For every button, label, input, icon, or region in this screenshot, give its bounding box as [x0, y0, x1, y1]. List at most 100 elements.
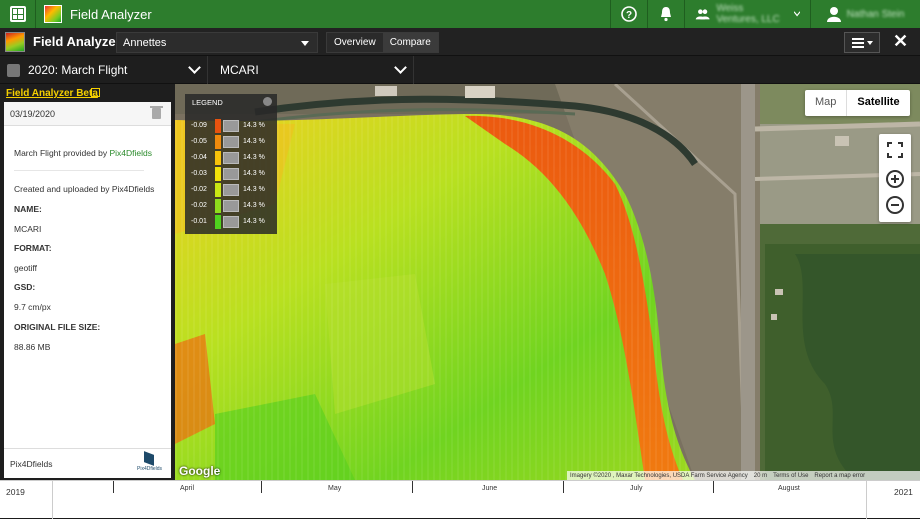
legend-row: -0.03 14.3 %: [191, 166, 275, 182]
grid-icon: [9, 6, 26, 22]
top-navigation-bar: Field Analyzer ? Weiss Ventures, LLC Nat…: [0, 0, 920, 28]
timeline-start-year[interactable]: 2019: [6, 487, 25, 497]
divider: [14, 170, 144, 171]
zoom-in-icon[interactable]: [886, 170, 904, 188]
flight-select[interactable]: 2020: March Flight: [0, 56, 208, 84]
help-button[interactable]: ?: [610, 0, 647, 28]
name-label: NAME:: [14, 204, 42, 214]
imagery-attribution: Imagery ©2020 , Maxar Technologies, USDA…: [570, 472, 748, 479]
legend-percent: 14.3 %: [243, 122, 265, 129]
tab-overview[interactable]: Overview: [327, 33, 383, 52]
legend-percent: 14.3 %: [243, 218, 265, 225]
legend-histogram-bar: [223, 120, 239, 132]
field-analyzer-logo: [44, 5, 62, 23]
zoom-out-icon[interactable]: [886, 196, 904, 214]
timeline-tick: [563, 481, 564, 493]
terms-of-use-link[interactable]: Terms of Use: [773, 473, 808, 479]
legend-histogram-bar: [223, 136, 239, 148]
timeline-divider: [52, 481, 53, 519]
field-analyzer-beta-link[interactable]: Field Analyzer Beta: [6, 88, 98, 99]
map-type-map-button[interactable]: Map: [805, 90, 846, 116]
collapse-legend-icon[interactable]: [263, 97, 272, 106]
view-tabs: Overview Compare: [326, 32, 439, 53]
timeline-month-july[interactable]: July: [630, 485, 642, 492]
timeline-divider: [866, 481, 867, 519]
field-analyzer-logo: [5, 31, 25, 52]
legend-row: -0.05 14.3 %: [191, 134, 275, 150]
provided-by-text: March Flight provided by Pix4Dfields: [14, 148, 152, 158]
timeline-tick: [261, 481, 262, 493]
organization-menu[interactable]: Weiss Ventures, LLC: [684, 0, 810, 28]
app-title: Field Analyzer: [70, 6, 152, 22]
flight-date-text: 03/19/2020: [10, 108, 56, 119]
notifications-button[interactable]: [647, 0, 684, 28]
farm-select[interactable]: Annettes: [116, 32, 318, 53]
tool-title: Field Analyzer: [33, 34, 121, 49]
map-type-satellite-button[interactable]: Satellite: [846, 90, 909, 116]
gsd-label: GSD:: [14, 282, 36, 292]
legend-row: -0.04 14.3 %: [191, 150, 275, 166]
timeline-month-august[interactable]: August: [778, 485, 800, 492]
legend-color-swatch: [215, 151, 221, 165]
created-by-text: Created and uploaded by Pix4Dfields: [14, 184, 155, 194]
legend-color-swatch: [215, 183, 221, 197]
legend-color-swatch: [215, 215, 221, 229]
svg-text:?: ?: [626, 10, 632, 21]
file-size-label: ORIGINAL FILE SIZE:: [14, 322, 101, 332]
legend-value: -0.05: [191, 138, 207, 145]
format-label: FORMAT:: [14, 243, 52, 253]
help-icon: ?: [621, 6, 637, 22]
tab-compare[interactable]: Compare: [382, 33, 438, 52]
timeline-month-june[interactable]: June: [482, 485, 497, 492]
flight-selector-bar: 2020: March Flight MCARI: [0, 56, 920, 84]
map-view[interactable]: LEGEND -0.09 14.3 % -0.05 14.3 % -0.04 1…: [175, 84, 920, 480]
pix4dfields-logo: Pix4Dfields: [137, 451, 163, 475]
legend-value: -0.03: [191, 170, 207, 177]
close-icon[interactable]: ✕: [893, 31, 908, 52]
satellite-imagery: [175, 84, 920, 480]
map-scale[interactable]: 20 m: [754, 473, 767, 479]
flight-details-panel: Field Analyzer Beta 03/19/2020 March Fli…: [0, 84, 175, 480]
map-type-control: Map Satellite: [805, 90, 910, 116]
caret-down-icon: [301, 41, 309, 46]
timeline-end-year[interactable]: 2021: [894, 487, 913, 497]
user-name: Nathan Stein: [846, 8, 905, 20]
file-size-value: 88.86 MB: [14, 342, 51, 352]
app-grid-button[interactable]: [0, 0, 36, 28]
trash-icon[interactable]: [150, 106, 163, 119]
legend-color-swatch: [215, 135, 221, 149]
layers-menu-button[interactable]: [844, 32, 880, 53]
organization-name: Weiss Ventures, LLC: [716, 3, 780, 25]
timeline-tick: [412, 481, 413, 493]
provided-by-label: March Flight provided by: [14, 148, 110, 158]
legend-histogram-bar: [223, 152, 239, 164]
external-link-icon[interactable]: [91, 88, 100, 97]
card-footer: Pix4Dfields Pix4Dfields: [4, 448, 171, 478]
legend-histogram-bar: [223, 216, 239, 228]
google-logo: Google: [179, 464, 221, 478]
gsd-value: 9.7 cm/px: [14, 302, 51, 312]
flight-visibility-checkbox[interactable]: [7, 63, 20, 77]
hamburger-icon: [851, 37, 864, 48]
fullscreen-icon[interactable]: [887, 142, 903, 158]
users-icon: [695, 9, 710, 20]
legend-value: -0.02: [191, 202, 207, 209]
provider-link[interactable]: Pix4Dfields: [109, 148, 152, 158]
legend-histogram-bar: [223, 184, 239, 196]
report-map-error-link[interactable]: Report a map error: [814, 473, 865, 479]
legend-row: -0.02 14.3 %: [191, 182, 275, 198]
index-select[interactable]: MCARI: [208, 56, 414, 84]
timeline-month-may[interactable]: May: [328, 485, 341, 492]
legend-row: -0.09 14.3 %: [191, 118, 275, 134]
legend-row: -0.01 14.3 %: [191, 214, 275, 230]
legend-value: -0.04: [191, 154, 207, 161]
timeline-month-april[interactable]: April: [180, 485, 194, 492]
chevron-down-icon: [188, 61, 201, 74]
timeline[interactable]: 2019 April May June July August 2021: [0, 480, 920, 519]
user-icon: [826, 7, 841, 22]
bell-icon: [661, 7, 671, 22]
pix4dfields-logo-text: Pix4Dfields: [137, 466, 163, 472]
user-menu[interactable]: Nathan Stein: [810, 0, 920, 28]
legend-percent: 14.3 %: [243, 154, 265, 161]
index-select-label: MCARI: [220, 63, 259, 77]
